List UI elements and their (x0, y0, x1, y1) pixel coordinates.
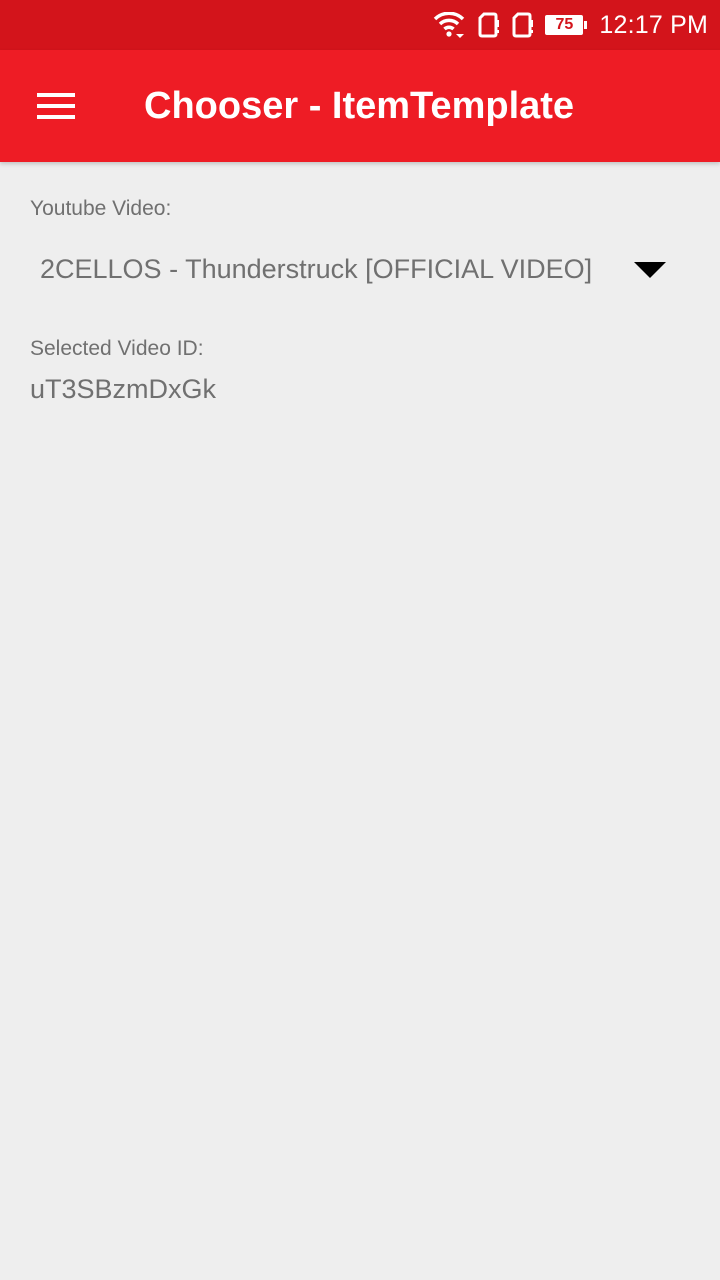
status-bar: 75 12:17 PM (0, 0, 720, 50)
wifi-icon (433, 12, 465, 38)
youtube-video-label: Youtube Video: (30, 197, 172, 220)
selected-video-title: 2CELLOS - Thunderstruck [OFFICIAL VIDEO] (40, 254, 593, 284)
status-clock: 12:17 PM (599, 10, 708, 39)
sim-card-icon (511, 12, 534, 38)
battery-icon: 75 (545, 15, 588, 35)
sim-card-icon (477, 12, 500, 38)
hamburger-menu-button[interactable] (26, 76, 86, 136)
app-bar: Chooser - ItemTemplate (0, 50, 720, 162)
hamburger-menu-icon (37, 86, 75, 126)
battery-tip (584, 21, 588, 29)
battery-level: 75 (545, 15, 584, 35)
selected-video-id-label: Selected Video ID: (30, 337, 204, 360)
page-title: Chooser - ItemTemplate (144, 85, 575, 127)
dropdown-arrow-icon (634, 262, 666, 278)
selected-video-id-value: uT3SBzmDxGk (30, 374, 217, 404)
status-icons: 75 12:17 PM (433, 0, 708, 50)
youtube-video-picker[interactable]: 2CELLOS - Thunderstruck [OFFICIAL VIDEO] (30, 232, 690, 312)
